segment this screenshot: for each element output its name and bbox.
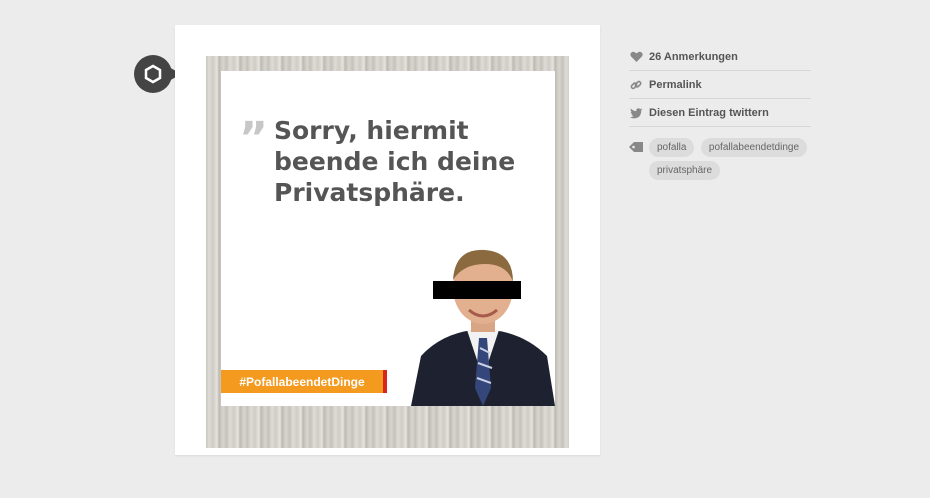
- tag-pofalla[interactable]: pofalla: [649, 138, 695, 157]
- censor-bar: [433, 281, 521, 299]
- twitter-bird-icon: [629, 107, 643, 119]
- tweet-link[interactable]: Diesen Eintrag twittern: [629, 100, 811, 127]
- permalink[interactable]: Permalink: [629, 72, 811, 99]
- quote-text: Sorry, hiermit beende ich deine Privatsp…: [274, 116, 516, 207]
- heart-icon: [629, 51, 643, 63]
- tag-privatsphaere[interactable]: privatsphäre: [649, 161, 721, 180]
- notes-link[interactable]: 26 Anmerkungen: [629, 44, 811, 71]
- post-card: ” Sorry, hiermit beende ich deine Privat…: [175, 25, 600, 455]
- tag-icon: [629, 142, 643, 152]
- tweet-label: Diesen Eintrag twittern: [649, 107, 769, 119]
- tag-pofallabeendetdinge[interactable]: pofallabeendetdinge: [700, 138, 808, 157]
- post-meta-sidebar: 26 Anmerkungen Permalink Diesen Eintrag …: [629, 44, 811, 183]
- hashtag-banner: #PofallabeendetDinge: [221, 370, 387, 393]
- tag-list: pofalla pofallabeendetdinge privatsphäre: [629, 137, 811, 183]
- quote-mark: ”: [239, 113, 268, 164]
- permalink-label: Permalink: [649, 79, 702, 91]
- post-photo[interactable]: ” Sorry, hiermit beende ich deine Privat…: [206, 56, 569, 448]
- link-icon: [629, 79, 643, 91]
- post-type-badge[interactable]: [134, 55, 181, 93]
- portrait-image: [411, 249, 555, 406]
- notes-count: 26 Anmerkungen: [649, 51, 738, 63]
- quote-graphic: ” Sorry, hiermit beende ich deine Privat…: [221, 71, 555, 406]
- photo-post-icon: [144, 64, 162, 84]
